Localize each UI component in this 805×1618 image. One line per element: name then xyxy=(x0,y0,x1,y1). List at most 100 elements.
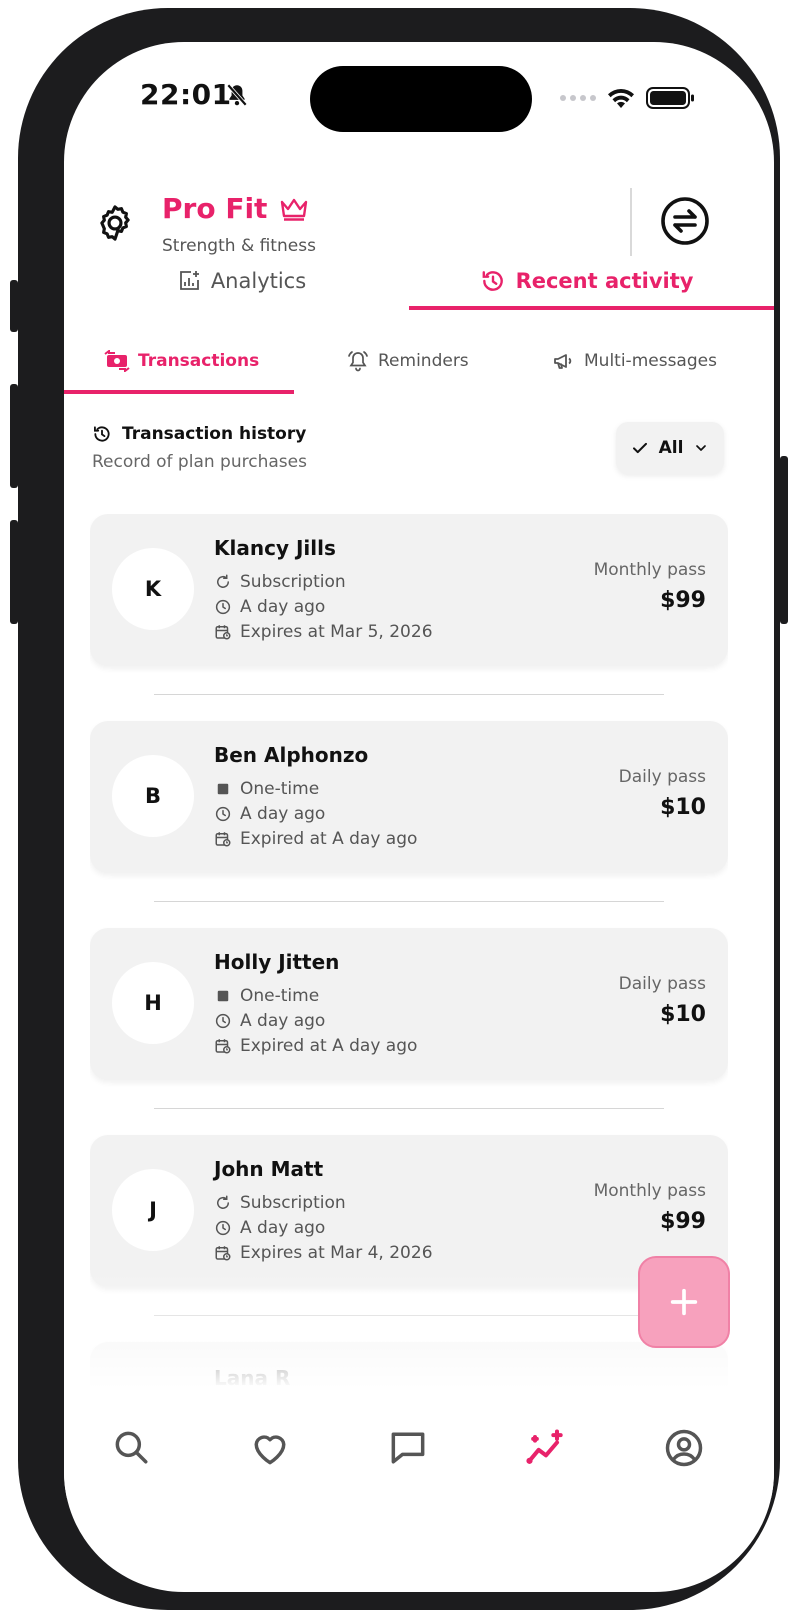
section-title-row: Transaction history xyxy=(92,424,307,444)
list-divider xyxy=(154,901,664,902)
battery-icon xyxy=(646,87,694,109)
refresh-icon xyxy=(217,574,229,588)
alarm-bell-icon xyxy=(348,351,368,372)
activity-icon[interactable] xyxy=(524,1426,568,1470)
history-icon xyxy=(94,426,110,442)
calendar-clock-icon xyxy=(215,832,231,847)
swap-icon[interactable] xyxy=(660,196,710,246)
expiry-info: Expired at A day ago xyxy=(214,829,417,849)
purchase-time-label: A day ago xyxy=(240,597,326,617)
clock-icon xyxy=(215,806,231,822)
transaction-card[interactable]: J John Matt Subscription A day ago Expir… xyxy=(90,1135,728,1287)
list-divider xyxy=(154,1108,664,1109)
tab-multi-messages[interactable]: Multi-messages xyxy=(552,332,717,390)
brand: Pro Fit xyxy=(162,192,309,225)
screen: 22:01 Pro Fit Strength & fitness Analyti… xyxy=(64,42,774,1592)
payment-type-label: Subscription xyxy=(240,1193,346,1213)
mute-switch xyxy=(10,280,18,332)
plan-name: Daily pass xyxy=(618,974,706,994)
plan-name: Monthly pass xyxy=(593,1181,706,1201)
purchase-time: A day ago xyxy=(214,804,325,824)
expiry-info: Expired at A day ago xyxy=(214,1036,417,1056)
history-icon xyxy=(482,271,503,291)
plan-price: $10 xyxy=(660,795,706,820)
money-swap-icon xyxy=(104,350,130,372)
payment-type: One-time xyxy=(214,986,319,1006)
refresh-icon xyxy=(217,1195,229,1209)
plan-price: $99 xyxy=(660,588,706,613)
tab-transactions-label: Transactions xyxy=(138,351,260,371)
header-divider xyxy=(630,188,632,256)
avatar: H xyxy=(112,962,194,1044)
payment-type-label: One-time xyxy=(240,986,320,1006)
clock-icon xyxy=(215,599,231,615)
dynamic-island xyxy=(310,66,532,132)
list-divider xyxy=(154,694,664,695)
calendar-clock-icon xyxy=(215,1246,231,1261)
payment-type-label: One-time xyxy=(240,779,320,799)
volume-up-button xyxy=(10,384,18,488)
transaction-card[interactable]: H Holly Jitten One-time A day ago Expire… xyxy=(90,928,728,1080)
bell-muted-icon xyxy=(226,83,248,107)
add-button[interactable] xyxy=(638,1256,730,1348)
chat-icon[interactable] xyxy=(386,1426,430,1470)
purchase-time: A day ago xyxy=(214,1011,325,1031)
payment-type: One-time xyxy=(214,779,319,799)
plus-icon xyxy=(670,1288,698,1316)
tab-recent-activity[interactable]: Recent activity xyxy=(409,250,764,312)
chevron-down-icon xyxy=(696,445,707,451)
sub-tab-indicator xyxy=(64,390,294,394)
bottom-nav xyxy=(64,1398,774,1498)
transaction-card[interactable]: Lana R xyxy=(90,1342,728,1394)
expiry-info: Expires at Mar 5, 2026 xyxy=(214,622,433,642)
member-name: Ben Alphonzo xyxy=(214,743,369,767)
status-indicators xyxy=(560,86,696,110)
transaction-card[interactable]: B Ben Alphonzo One-time A day ago Expire… xyxy=(90,721,728,873)
tab-multi-messages-label: Multi-messages xyxy=(584,351,717,371)
power-button xyxy=(780,456,788,624)
section-title: Transaction history xyxy=(122,424,307,444)
member-name: John Matt xyxy=(214,1157,324,1181)
avatar: B xyxy=(112,755,194,837)
purchase-time-label: A day ago xyxy=(240,1218,326,1238)
transaction-card[interactable]: K Klancy Jills Subscription A day ago Ex… xyxy=(90,514,728,666)
square-icon xyxy=(217,783,229,795)
heart-icon[interactable] xyxy=(248,1426,292,1470)
purchase-time: A day ago xyxy=(214,597,325,617)
tab-transactions[interactable]: Transactions xyxy=(104,332,259,390)
payment-type: Subscription xyxy=(214,1193,346,1213)
main-tab-indicator xyxy=(409,306,774,310)
purchase-time-label: A day ago xyxy=(240,1011,326,1031)
app-name: Pro Fit xyxy=(162,192,268,225)
check-icon xyxy=(632,442,647,454)
profile-icon[interactable] xyxy=(662,1426,706,1470)
clock-icon xyxy=(215,1220,231,1236)
transaction-list: K Klancy Jills Subscription A day ago Ex… xyxy=(90,514,728,1394)
volume-down-button xyxy=(10,520,18,624)
crown-icon xyxy=(281,198,308,221)
plan-price: $10 xyxy=(660,1002,706,1027)
megaphone-icon xyxy=(554,354,572,369)
square-icon xyxy=(217,990,229,1002)
tab-reminders[interactable]: Reminders xyxy=(346,332,469,390)
status-time: 22:01 xyxy=(140,78,232,111)
plan-price: $99 xyxy=(660,1209,706,1234)
signal-dots-icon xyxy=(560,95,596,101)
purchase-time: A day ago xyxy=(214,1218,325,1238)
expiry-label: Expired at A day ago xyxy=(240,1036,418,1056)
avatar: K xyxy=(112,548,194,630)
filter-label: All xyxy=(658,438,684,458)
purchase-time-label: A day ago xyxy=(240,804,326,824)
expiry-label: Expired at A day ago xyxy=(240,829,418,849)
member-name: Holly Jitten xyxy=(214,950,340,974)
sub-tabs: Transactions Reminders Multi-messages xyxy=(64,332,774,394)
filter-dropdown[interactable]: All xyxy=(616,422,724,474)
gear-icon[interactable] xyxy=(94,202,136,244)
section-header: Transaction history Record of plan purch… xyxy=(92,424,307,472)
avatar: J xyxy=(112,1169,194,1251)
search-icon[interactable] xyxy=(110,1426,154,1470)
main-tabs: Analytics Recent activity xyxy=(64,250,774,312)
tab-analytics-label: Analytics xyxy=(210,269,307,293)
tab-analytics[interactable]: Analytics xyxy=(64,250,419,312)
calendar-clock-icon xyxy=(215,625,231,640)
